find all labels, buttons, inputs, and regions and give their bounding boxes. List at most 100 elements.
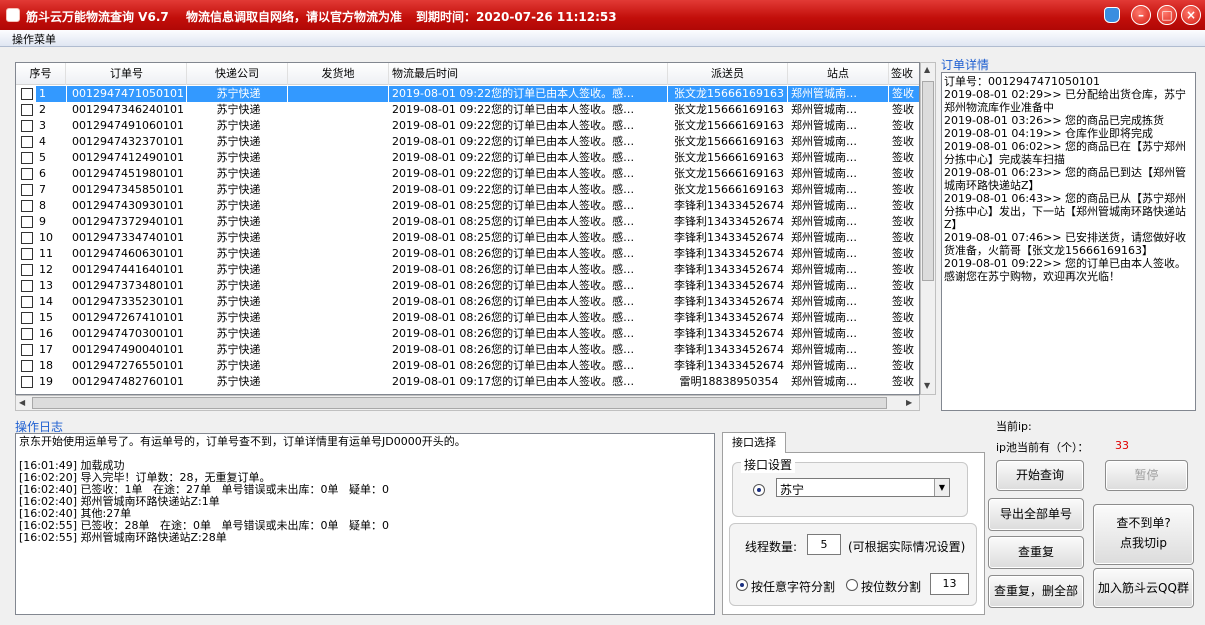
- table-row[interactable]: 1 0012947471050101 苏宁快递 2019-08-01 09:22您的订…: [16, 86, 919, 102]
- vertical-scroll-thumb[interactable]: [922, 81, 934, 281]
- cell-origin: [288, 326, 388, 342]
- join-qq-group-button[interactable]: 加入筋斗云QQ群: [1093, 568, 1194, 608]
- row-checkbox[interactable]: [21, 328, 33, 340]
- row-checkbox[interactable]: [21, 120, 33, 132]
- row-checkbox[interactable]: [21, 168, 33, 180]
- col-station[interactable]: 站点: [788, 63, 889, 85]
- threads-input[interactable]: 5: [807, 534, 841, 555]
- split-digits-radio[interactable]: [846, 579, 858, 591]
- cell-last: 2019-08-01 08:25您的订单已由本人签收。感…: [392, 215, 635, 228]
- row-checkbox[interactable]: [21, 104, 33, 116]
- table-row[interactable]: 9 0012947372940101 苏宁快递 2019-08-01 08:25您的订…: [16, 214, 919, 230]
- table-row[interactable]: 15 0012947267410101 苏宁快递 2019-08-01 08:26您的…: [16, 310, 919, 326]
- row-checkbox[interactable]: [21, 360, 33, 372]
- cell-station: 郑州管城南…: [791, 119, 857, 132]
- table-row[interactable]: 11 0012947460630101 苏宁快递 2019-08-01 08:26您的…: [16, 246, 919, 262]
- minimize-icon[interactable]: –: [1131, 5, 1151, 25]
- scroll-down-icon[interactable]: ▼: [924, 381, 930, 390]
- table-row[interactable]: 3 0012947491060101 苏宁快递 2019-08-01 09:22您的订…: [16, 118, 919, 134]
- col-order[interactable]: 订单号: [67, 63, 187, 85]
- col-company[interactable]: 快递公司: [187, 63, 288, 85]
- threads-hint: (可根据实际情况设置): [848, 540, 966, 554]
- cell-order: 0012947267410101: [72, 311, 184, 324]
- col-origin[interactable]: 发货地: [288, 63, 389, 85]
- row-checkbox[interactable]: [21, 312, 33, 324]
- table-row[interactable]: 5 0012947412490101 苏宁快递 2019-08-01 09:22您的订…: [16, 150, 919, 166]
- switch-ip-button[interactable]: 查不到单? 点我切ip: [1093, 504, 1194, 565]
- row-checkbox[interactable]: [21, 264, 33, 276]
- cell-no: 10: [39, 231, 53, 244]
- table-horizontal-scrollbar[interactable]: ◀ ▶: [15, 395, 920, 411]
- row-checkbox[interactable]: [21, 200, 33, 212]
- cell-company: 苏宁快递: [216, 199, 261, 212]
- table-row[interactable]: 8 0012947430930101 苏宁快递 2019-08-01 08:25您的订…: [16, 198, 919, 214]
- cell-no: 15: [39, 311, 53, 324]
- api-select[interactable]: 苏宁 ▼: [776, 478, 950, 497]
- scroll-right-icon[interactable]: ▶: [906, 398, 912, 407]
- table-row[interactable]: 2 0012947346240101 苏宁快递 2019-08-01 09:22您的订…: [16, 102, 919, 118]
- row-checkbox[interactable]: [21, 152, 33, 164]
- cell-origin: [288, 358, 388, 374]
- row-checkbox[interactable]: [21, 296, 33, 308]
- cell-station: 郑州管城南…: [791, 135, 857, 148]
- split-digits-label[interactable]: 按位数分割: [861, 578, 921, 595]
- row-checkbox[interactable]: [21, 184, 33, 196]
- row-checkbox[interactable]: [21, 344, 33, 356]
- cell-no: 3: [39, 119, 46, 132]
- table-row[interactable]: 19 0012947482760101 苏宁快递 2019-08-01 09:17您的…: [16, 374, 919, 390]
- order-detail-text[interactable]: 订单号：0012947471050101 2019-08-01 02:29>> …: [941, 72, 1196, 411]
- table-row[interactable]: 13 0012947373480101 苏宁快递 2019-08-01 08:26您的…: [16, 278, 919, 294]
- horizontal-scroll-thumb[interactable]: [32, 397, 887, 409]
- table-row[interactable]: 7 0012947345850101 苏宁快递 2019-08-01 09:22您的订…: [16, 182, 919, 198]
- cell-origin: [288, 214, 388, 230]
- table-row[interactable]: 17 0012947490040101 苏宁快递 2019-08-01 08:26您的…: [16, 342, 919, 358]
- cell-last: 2019-08-01 09:22您的订单已由本人签收。感…: [392, 183, 635, 196]
- api-radio[interactable]: [753, 484, 765, 496]
- table-row[interactable]: 14 0012947335230101 苏宁快递 2019-08-01 08:26您的…: [16, 294, 919, 310]
- skin-shirt-icon[interactable]: [1104, 7, 1120, 23]
- check-duplicate-delete-button[interactable]: 查重复，删全部: [988, 575, 1084, 608]
- cell-station: 郑州管城南…: [791, 103, 857, 116]
- row-checkbox[interactable]: [21, 280, 33, 292]
- split-any-radio[interactable]: [736, 579, 748, 591]
- scroll-up-icon[interactable]: ▲: [924, 65, 930, 74]
- cell-order: 0012947372940101: [72, 215, 184, 228]
- maximize-icon[interactable]: □: [1157, 5, 1177, 25]
- pause-button[interactable]: 暂停: [1105, 460, 1188, 491]
- row-checkbox[interactable]: [21, 88, 33, 100]
- table-row[interactable]: 10 0012947334740101 苏宁快递 2019-08-01 08:25您的…: [16, 230, 919, 246]
- order-table[interactable]: 序号 订单号 快递公司 发货地 物流最后时间 派送员 站点 签收 1 001294…: [15, 62, 920, 395]
- start-query-button[interactable]: 开始查询: [996, 460, 1084, 491]
- table-row[interactable]: 16 0012947470300101 苏宁快递 2019-08-01 08:26您的…: [16, 326, 919, 342]
- col-courier[interactable]: 派送员: [668, 63, 788, 85]
- chevron-down-icon[interactable]: ▼: [934, 479, 949, 496]
- cell-courier: 李锋利13433452674: [674, 199, 784, 212]
- table-row[interactable]: 12 0012947441640101 苏宁快递 2019-08-01 08:26您的…: [16, 262, 919, 278]
- digits-input[interactable]: 13: [930, 573, 969, 595]
- row-checkbox[interactable]: [21, 248, 33, 260]
- col-sign[interactable]: 签收: [889, 63, 919, 85]
- table-vertical-scrollbar[interactable]: ▲ ▼: [920, 62, 936, 395]
- cell-courier: 张文龙15666169163: [674, 135, 784, 148]
- row-checkbox[interactable]: [21, 216, 33, 228]
- interface-tab-panel: 接口设置 苏宁 ▼ 线程数量: 5 (可根据实际情况设置) 按任意字符分割 按位…: [722, 452, 985, 615]
- menu-operations[interactable]: 操作菜单: [12, 31, 56, 47]
- split-any-label[interactable]: 按任意字符分割: [751, 578, 835, 595]
- table-row[interactable]: 6 0012947451980101 苏宁快递 2019-08-01 09:22您的订…: [16, 166, 919, 182]
- cell-company: 苏宁快递: [216, 311, 261, 324]
- tab-interface[interactable]: 接口选择: [722, 432, 786, 453]
- scroll-left-icon[interactable]: ◀: [19, 398, 25, 407]
- row-checkbox[interactable]: [21, 376, 33, 388]
- cell-order: 0012947430930101: [72, 199, 184, 212]
- export-all-button[interactable]: 导出全部单号: [988, 498, 1084, 531]
- operation-log[interactable]: 京东开始使用运单号了。有运单号的，订单号查不到，订单详情里有运单号JD0000开…: [15, 433, 715, 615]
- table-row[interactable]: 4 0012947432370101 苏宁快递 2019-08-01 09:22您的订…: [16, 134, 919, 150]
- cell-station: 郑州管城南…: [791, 263, 857, 276]
- col-last-time[interactable]: 物流最后时间: [389, 63, 668, 85]
- row-checkbox[interactable]: [21, 232, 33, 244]
- col-no[interactable]: 序号: [16, 63, 66, 85]
- row-checkbox[interactable]: [21, 136, 33, 148]
- check-duplicate-button[interactable]: 查重复: [988, 536, 1084, 569]
- table-row[interactable]: 18 0012947276550101 苏宁快递 2019-08-01 08:26您的…: [16, 358, 919, 374]
- close-icon[interactable]: ×: [1181, 5, 1201, 25]
